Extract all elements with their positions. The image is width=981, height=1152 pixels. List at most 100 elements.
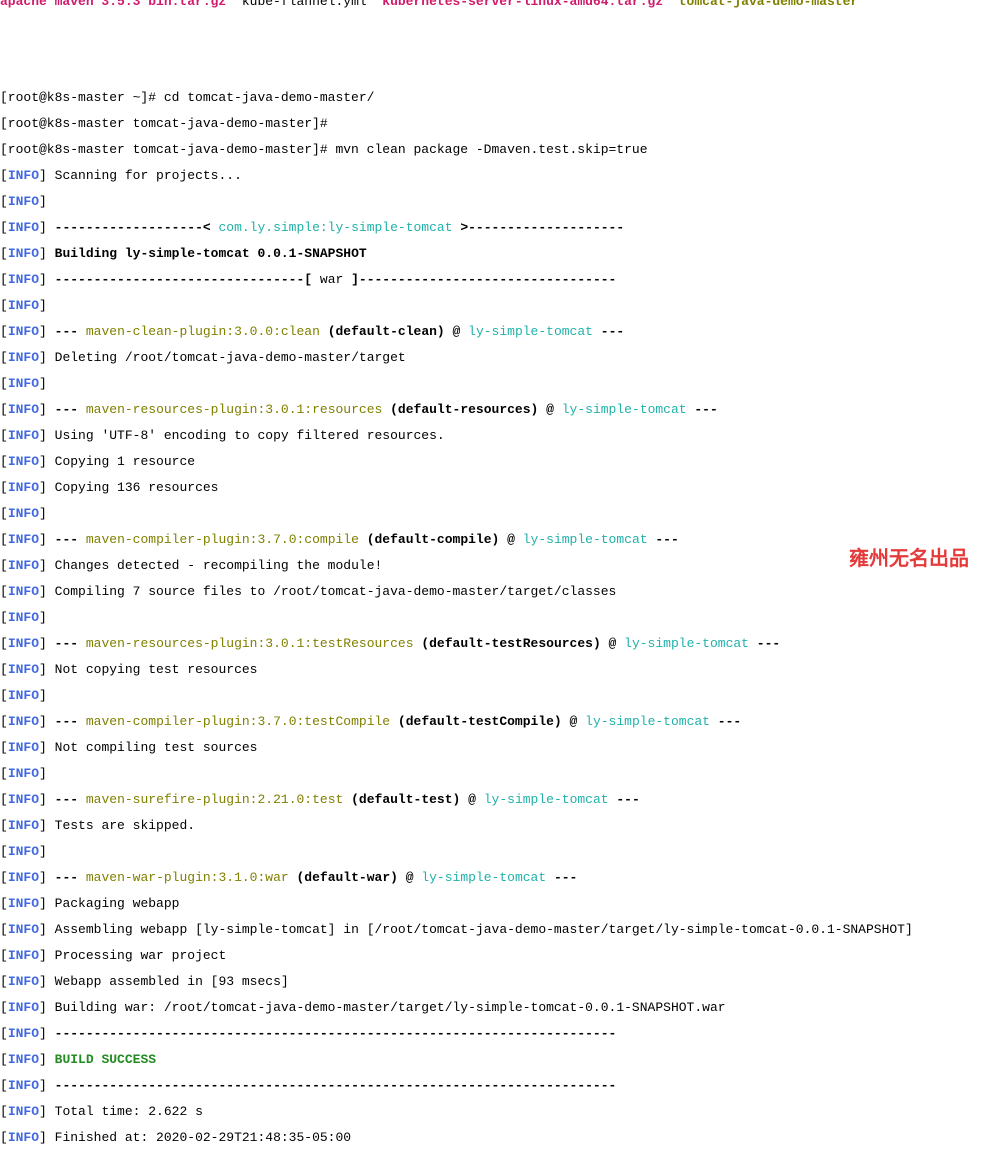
- log-level: INFO: [8, 688, 39, 703]
- artifact-name: ly-simple-tomcat: [624, 636, 749, 651]
- plugin-goal: maven-surefire-plugin:2.21.0:test: [86, 792, 343, 807]
- log-level: INFO: [8, 220, 39, 235]
- log-level: INFO: [8, 974, 39, 989]
- log-line: [INFO] Assembling webapp [ly-simple-tomc…: [0, 923, 981, 936]
- plugin-goal: maven-compiler-plugin:3.7.0:compile: [86, 532, 359, 547]
- log-level: INFO: [8, 792, 39, 807]
- artifact-coordinates: com.ly.simple:ly-simple-tomcat: [218, 220, 452, 235]
- log-level: INFO: [8, 870, 39, 885]
- log-line: [INFO] --- maven-surefire-plugin:2.21.0:…: [0, 793, 981, 806]
- log-line: [INFO]: [0, 377, 981, 390]
- frag-sp1: kube-flannel.yml: [226, 0, 382, 8]
- log-line: [INFO] Tests are skipped.: [0, 819, 981, 832]
- log-level: INFO: [8, 1026, 39, 1041]
- plugin-goal: maven-resources-plugin:3.0.1:testResourc…: [86, 636, 414, 651]
- log-level: INFO: [8, 662, 39, 677]
- log-level: INFO: [8, 194, 39, 209]
- log-level: INFO: [8, 1130, 39, 1145]
- watermark-text: 雍州无名出品: [849, 553, 969, 566]
- log-level: INFO: [8, 1000, 39, 1015]
- log-level: INFO: [8, 610, 39, 625]
- log-line: [INFO] Building ly-simple-tomcat 0.0.1-S…: [0, 247, 981, 260]
- log-line: [INFO] Not copying test resources: [0, 663, 981, 676]
- artifact-name: ly-simple-tomcat: [468, 324, 593, 339]
- log-line: [INFO] --------------------------------[…: [0, 273, 981, 286]
- prompt-line: [root@k8s-master ~]# cd tomcat-java-demo…: [0, 91, 981, 104]
- log-line: [INFO] --- maven-clean-plugin:3.0.0:clea…: [0, 325, 981, 338]
- log-line: [INFO] ---------------------------------…: [0, 1079, 981, 1092]
- log-level: INFO: [8, 818, 39, 833]
- log-level: INFO: [8, 532, 39, 547]
- log-line: [INFO] --- maven-compiler-plugin:3.7.0:t…: [0, 715, 981, 728]
- plugin-goal: maven-compiler-plugin:3.7.0:testCompile: [86, 714, 390, 729]
- terminal-output[interactable]: [root@k8s-master ~]# cd tomcat-java-demo…: [0, 78, 981, 1152]
- log-line: [INFO]: [0, 195, 981, 208]
- log-line: [INFO] Packaging webapp: [0, 897, 981, 910]
- log-level: INFO: [8, 740, 39, 755]
- log-level: INFO: [8, 402, 39, 417]
- log-line: [INFO] Building war: /root/tomcat-java-d…: [0, 1001, 981, 1014]
- log-level: INFO: [8, 298, 39, 313]
- log-line: [INFO] --- maven-resources-plugin:3.0.1:…: [0, 403, 981, 416]
- log-level: INFO: [8, 896, 39, 911]
- log-level: INFO: [8, 272, 39, 287]
- log-line: [INFO]: [0, 507, 981, 520]
- frag-tomcat: tomcat-java-demo-master: [679, 0, 858, 8]
- log-line: [INFO] Finished at: 2020-02-29T21:48:35-…: [0, 1131, 981, 1144]
- log-line: [INFO] Total time: 2.622 s: [0, 1105, 981, 1118]
- log-level: INFO: [8, 480, 39, 495]
- log-level: INFO: [8, 766, 39, 781]
- plugin-goal: maven-war-plugin:3.1.0:war: [86, 870, 289, 885]
- log-line: [INFO] --- maven-resources-plugin:3.0.1:…: [0, 637, 981, 650]
- artifact-name: ly-simple-tomcat: [523, 532, 648, 547]
- build-success: BUILD SUCCESS: [55, 1052, 156, 1067]
- top-fragment: apache maven 3.5.3 bin.tar.gz kube-flann…: [0, 0, 981, 8]
- log-line: [INFO] Changes detected - recompiling th…: [0, 559, 981, 572]
- log-level: INFO: [8, 844, 39, 859]
- log-line: [INFO]: [0, 845, 981, 858]
- log-level: INFO: [8, 246, 39, 261]
- log-line: [INFO] Webapp assembled in [93 msecs]: [0, 975, 981, 988]
- log-level: INFO: [8, 168, 39, 183]
- plugin-goal: maven-resources-plugin:3.0.1:resources: [86, 402, 382, 417]
- log-line: [INFO]: [0, 767, 981, 780]
- log-level: INFO: [8, 922, 39, 937]
- frag-sp2: [663, 0, 679, 8]
- log-line: [INFO] --- maven-compiler-plugin:3.7.0:c…: [0, 533, 981, 546]
- log-line: [INFO] BUILD SUCCESS: [0, 1053, 981, 1066]
- prompt-line: [root@k8s-master tomcat-java-demo-master…: [0, 143, 981, 156]
- frag-maven: apache maven 3.5.3 bin.tar.gz: [0, 0, 226, 8]
- log-level: INFO: [8, 948, 39, 963]
- log-line: [INFO] Not compiling test sources: [0, 741, 981, 754]
- log-level: INFO: [8, 1078, 39, 1093]
- log-level: INFO: [8, 428, 39, 443]
- log-line: [INFO] Processing war project: [0, 949, 981, 962]
- log-level: INFO: [8, 636, 39, 651]
- prompt-line: [root@k8s-master tomcat-java-demo-master…: [0, 117, 981, 130]
- artifact-name: ly-simple-tomcat: [585, 714, 710, 729]
- log-level: INFO: [8, 584, 39, 599]
- log-level: INFO: [8, 350, 39, 365]
- log-line: [INFO] Copying 136 resources: [0, 481, 981, 494]
- log-line: [INFO]: [0, 611, 981, 624]
- log-line: [INFO] ---------------------------------…: [0, 1027, 981, 1040]
- log-level: INFO: [8, 1052, 39, 1067]
- log-line: [INFO]: [0, 299, 981, 312]
- log-line: [INFO] Compiling 7 source files to /root…: [0, 585, 981, 598]
- artifact-name: ly-simple-tomcat: [562, 402, 687, 417]
- log-level: INFO: [8, 324, 39, 339]
- log-level: INFO: [8, 714, 39, 729]
- artifact-name: ly-simple-tomcat: [421, 870, 546, 885]
- log-level: INFO: [8, 1104, 39, 1119]
- log-level: INFO: [8, 558, 39, 573]
- log-line: [INFO] Deleting /root/tomcat-java-demo-m…: [0, 351, 981, 364]
- log-level: INFO: [8, 454, 39, 469]
- frag-kube: kubernetes-server-linux-amd64.tar.gz: [382, 0, 663, 8]
- log-level: INFO: [8, 506, 39, 521]
- plugin-goal: maven-clean-plugin:3.0.0:clean: [86, 324, 320, 339]
- log-line: [INFO] Using 'UTF-8' encoding to copy fi…: [0, 429, 981, 442]
- artifact-name: ly-simple-tomcat: [484, 792, 609, 807]
- log-line: [INFO] -------------------< com.ly.simpl…: [0, 221, 981, 234]
- building-project: Building ly-simple-tomcat 0.0.1-SNAPSHOT: [55, 246, 367, 261]
- log-level: INFO: [8, 376, 39, 391]
